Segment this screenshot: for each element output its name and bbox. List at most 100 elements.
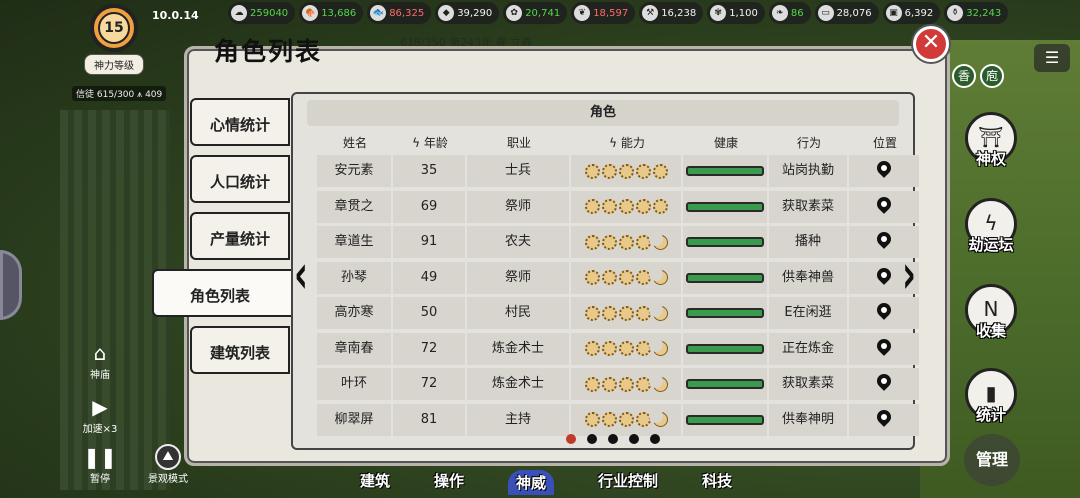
sun-icon bbox=[601, 163, 617, 179]
job-cell: 祭师 bbox=[467, 190, 569, 223]
bottom-nav-4[interactable]: 科技 bbox=[702, 470, 732, 495]
right-menu-3[interactable]: ▮ 统计 bbox=[963, 368, 1019, 425]
resource-9[interactable]: ▭ 28,076 bbox=[814, 2, 879, 24]
sun-icon bbox=[584, 270, 600, 285]
bottom-nav-0[interactable]: 建筑 bbox=[360, 470, 390, 495]
resource-5[interactable]: ❦ 18,597 bbox=[571, 2, 636, 24]
page-dot[interactable] bbox=[650, 434, 660, 444]
page-dot[interactable] bbox=[566, 434, 576, 444]
left-control-0[interactable]: ⌂ 神庙 bbox=[80, 340, 120, 381]
landscape-icon: ⛰ bbox=[155, 444, 181, 470]
resource-1[interactable]: 🍖 13,686 bbox=[299, 2, 364, 24]
sun-icon bbox=[618, 270, 634, 285]
column-header: 行为 bbox=[796, 136, 821, 150]
table-row[interactable]: 章道生 91 农夫 播种 bbox=[317, 226, 919, 258]
meat-icon: 🍖 bbox=[302, 5, 319, 21]
panel-tabs: 心情统计人口统计产量统计角色列表建筑列表 bbox=[152, 98, 292, 383]
table-row[interactable]: 章贯之 69 祭师 获取素菜 bbox=[317, 190, 919, 223]
location-button[interactable] bbox=[849, 190, 919, 223]
table-row[interactable]: 章南春 72 炼金术士 正在炼金 bbox=[317, 332, 919, 365]
right-menu-2[interactable]: N 收集 bbox=[963, 284, 1019, 341]
sun-icon bbox=[601, 270, 617, 285]
job-cell: 村民 bbox=[467, 297, 569, 329]
health-bar bbox=[686, 379, 764, 389]
tool-icon: ⚒ bbox=[642, 5, 659, 21]
page-dot[interactable] bbox=[629, 434, 639, 444]
prev-page-arrow[interactable]: ‹ bbox=[294, 243, 308, 307]
resource-3[interactable]: ◆ 39,290 bbox=[435, 2, 500, 24]
location-pin-icon bbox=[876, 197, 892, 217]
table-row[interactable]: 孙琴 49 祭师 供奉神兽 bbox=[317, 261, 919, 294]
health-bar bbox=[686, 343, 764, 354]
tab-2[interactable]: 产量统计 bbox=[190, 212, 290, 260]
resource-4[interactable]: ✿ 20,741 bbox=[503, 2, 568, 24]
tab-4[interactable]: 建筑列表 bbox=[190, 326, 290, 374]
sun-icon bbox=[584, 412, 600, 427]
table-row[interactable]: 安元素 35 士兵 站岗执勤 bbox=[317, 155, 919, 187]
manage-button[interactable]: 管理 bbox=[964, 434, 1020, 486]
health-bar bbox=[686, 237, 764, 247]
scenic-mode-button[interactable]: ⛰ 景观模式 bbox=[146, 444, 190, 485]
bottom-nav-1[interactable]: 操作 bbox=[434, 470, 464, 495]
bottom-nav-3[interactable]: 行业控制 bbox=[598, 470, 658, 495]
mini-button-1[interactable]: 香 bbox=[952, 64, 976, 88]
character-list: 角色 姓名 ϟ 年龄 职业 ϟ 能力 健康 行为 位置 安元素 35 士兵 站岗执勤 章贯之 69 祭师… bbox=[291, 92, 919, 450]
location-button[interactable] bbox=[849, 332, 919, 365]
edge-handle[interactable] bbox=[0, 250, 22, 320]
left-control-2[interactable]: ❚❚ 暂停 bbox=[80, 444, 120, 485]
location-button[interactable] bbox=[849, 368, 919, 400]
column-header: 健康 bbox=[713, 136, 738, 150]
tab-0[interactable]: 心情统计 bbox=[190, 98, 290, 146]
location-button[interactable] bbox=[849, 403, 919, 436]
sun-icon bbox=[584, 376, 600, 392]
job-cell: 士兵 bbox=[467, 155, 569, 187]
tab-3[interactable]: 角色列表 bbox=[152, 269, 292, 317]
menu-icon[interactable]: ☰ bbox=[1034, 44, 1070, 72]
table-row[interactable]: 高亦寒 50 村民 E在闲逛 bbox=[317, 297, 919, 329]
page-dots[interactable] bbox=[566, 434, 660, 444]
bottom-nav-2[interactable]: 神威 bbox=[508, 470, 555, 495]
ability-cell bbox=[571, 368, 681, 400]
location-button[interactable] bbox=[849, 155, 919, 187]
sun-icon bbox=[601, 376, 617, 392]
moon-icon bbox=[648, 267, 668, 285]
resource-6[interactable]: ⚒ 16,238 bbox=[639, 2, 704, 24]
mini-button-2[interactable]: 庖 bbox=[980, 64, 1004, 88]
health-cell bbox=[683, 190, 767, 223]
resource-2[interactable]: 🐟 86,325 bbox=[367, 2, 432, 24]
tab-1[interactable]: 人口统计 bbox=[190, 155, 290, 203]
health-bar bbox=[686, 201, 764, 212]
age-cell: 91 bbox=[393, 226, 465, 258]
resource-10[interactable]: ▣ 6,392 bbox=[882, 2, 941, 24]
table-row[interactable]: 柳翠屏 81 主持 供奉神明 bbox=[317, 403, 919, 436]
action-cell: 获取素菜 bbox=[769, 368, 847, 400]
table-body[interactable]: 安元素 35 士兵 站岗执勤 章贯之 69 祭师 获取素菜 章道生 91 农夫 播种 孙琴 49 祭师 供奉神… bbox=[317, 155, 919, 436]
left-control-label: 暂停 bbox=[90, 474, 110, 485]
god-level-badge[interactable]: 15 神力等级 bbox=[84, 4, 144, 75]
job-cell: 主持 bbox=[467, 403, 569, 436]
resource-0[interactable]: ☁ 259040 bbox=[228, 2, 296, 24]
column-header: 位置 bbox=[872, 136, 897, 150]
sun-icon bbox=[601, 199, 617, 214]
right-menu-label: 收集 bbox=[975, 322, 1006, 340]
age-cell: 72 bbox=[393, 332, 465, 365]
name-cell: 章贯之 bbox=[317, 190, 391, 223]
right-menu-1[interactable]: ϟ 劫运坛 bbox=[963, 198, 1019, 255]
right-menu-0[interactable]: ⛩ 神权 bbox=[963, 112, 1019, 169]
column-header: ϟ 年龄 bbox=[412, 136, 448, 150]
next-page-arrow[interactable]: › bbox=[902, 243, 916, 307]
left-control-1[interactable]: ▶ 加速×3 bbox=[80, 394, 120, 435]
resource-8[interactable]: ❧ 86 bbox=[768, 2, 811, 24]
table-header: 姓名 ϟ 年龄 职业 ϟ 能力 健康 行为 位置 bbox=[317, 134, 913, 151]
page-dot[interactable] bbox=[587, 434, 597, 444]
resource-11[interactable]: ⚱ 32,243 bbox=[944, 2, 1009, 24]
potion-icon: ⚱ bbox=[947, 5, 964, 21]
sun-icon bbox=[584, 234, 600, 250]
close-button[interactable]: ✕ bbox=[913, 26, 949, 62]
health-cell bbox=[683, 297, 767, 329]
moon-icon bbox=[648, 302, 668, 321]
page-dot[interactable] bbox=[608, 434, 618, 444]
table-row[interactable]: 叶环 72 炼金术士 获取素菜 bbox=[317, 368, 919, 400]
resource-7[interactable]: ✾ 1,100 bbox=[707, 2, 765, 24]
resource-value: 32,243 bbox=[966, 7, 1002, 19]
